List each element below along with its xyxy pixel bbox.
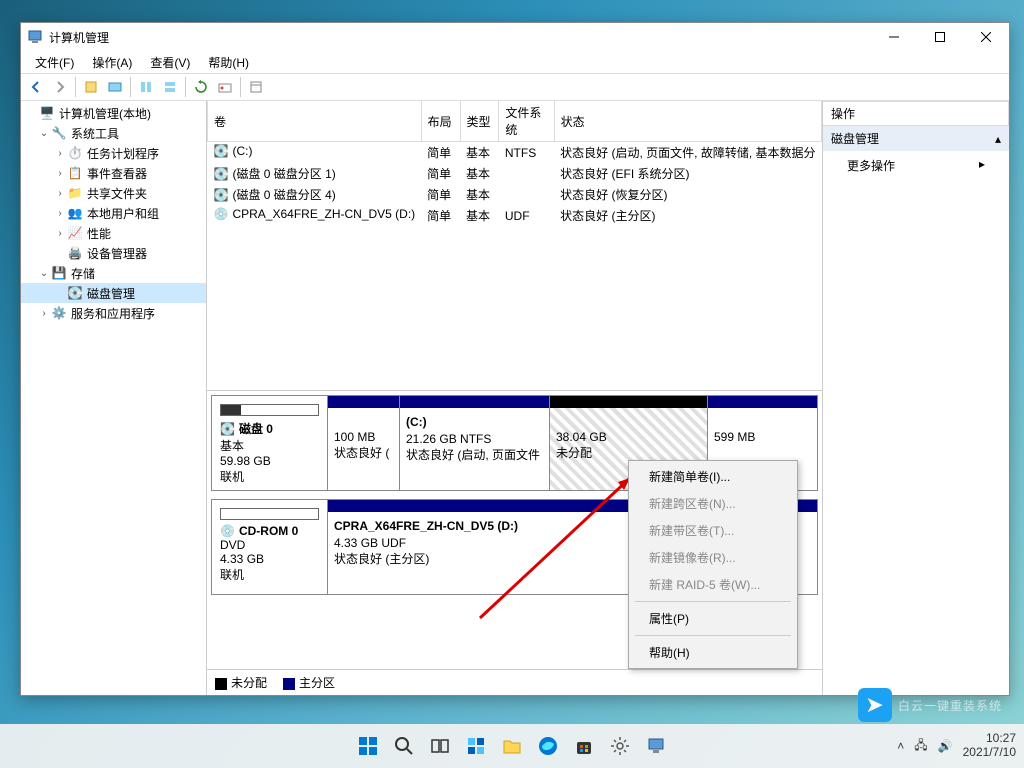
tree-event-viewer[interactable]: ›📋事件查看器 bbox=[21, 163, 206, 183]
table-row[interactable]: 💽(磁盘 0 磁盘分区 4)简单基本状态良好 (恢复分区) bbox=[208, 184, 822, 205]
tree-task-scheduler[interactable]: ›⏱️任务计划程序 bbox=[21, 143, 206, 163]
menu-help[interactable]: 帮助(H) bbox=[200, 52, 257, 73]
titlebar[interactable]: 计算机管理 bbox=[21, 23, 1009, 51]
menu-action[interactable]: 操作(A) bbox=[84, 52, 140, 73]
volume-icon[interactable]: 🔊 bbox=[938, 739, 953, 753]
volume-icon: 💽 bbox=[214, 144, 229, 158]
col-volume[interactable]: 卷 bbox=[208, 101, 422, 142]
col-fs[interactable]: 文件系统 bbox=[499, 101, 554, 142]
menu-new-striped-volume: 新建带区卷(T)... bbox=[631, 517, 795, 544]
settings-icon[interactable] bbox=[606, 732, 634, 760]
tree-disk-management[interactable]: 💽磁盘管理 bbox=[21, 283, 206, 303]
close-button[interactable] bbox=[963, 23, 1009, 51]
search-icon[interactable] bbox=[390, 732, 418, 760]
tree-services-apps[interactable]: ›⚙️服务和应用程序 bbox=[21, 303, 206, 323]
taskbar: ˄ 🖧 🔊 10:27 2021/7/10 bbox=[0, 724, 1024, 768]
actions-pane: 操作 磁盘管理▴ 更多操作▸ bbox=[823, 101, 1009, 695]
refresh-icon[interactable] bbox=[190, 76, 212, 98]
forward-button[interactable] bbox=[49, 76, 71, 98]
tree-local-users[interactable]: ›👥本地用户和组 bbox=[21, 203, 206, 223]
menu-properties[interactable]: 属性(P) bbox=[631, 605, 795, 632]
menubar: 文件(F) 操作(A) 查看(V) 帮助(H) bbox=[21, 51, 1009, 73]
store-icon[interactable] bbox=[570, 732, 598, 760]
minimize-button[interactable] bbox=[871, 23, 917, 51]
navigation-tree: 🖥️计算机管理(本地) ⌄🔧系统工具 ›⏱️任务计划程序 ›📋事件查看器 ›📁共… bbox=[21, 101, 207, 695]
table-row[interactable]: 💿CPRA_X64FRE_ZH-CN_DV5 (D:)简单基本UDF状态良好 (… bbox=[208, 205, 822, 226]
tb-icon[interactable] bbox=[245, 76, 267, 98]
toolbar bbox=[21, 73, 1009, 101]
collapse-icon: ▴ bbox=[995, 132, 1001, 146]
partition-efi[interactable]: 100 MB状态良好 ( bbox=[328, 396, 400, 490]
tree-device-manager[interactable]: 🖨️设备管理器 bbox=[21, 243, 206, 263]
menu-new-mirrored-volume: 新建镜像卷(R)... bbox=[631, 544, 795, 571]
volume-icon: 💽 bbox=[214, 188, 229, 202]
clock-time: 10:27 bbox=[963, 732, 1016, 746]
watermark: ➤ 白云一键重装系统 bbox=[858, 688, 1002, 722]
menu-file[interactable]: 文件(F) bbox=[27, 52, 82, 73]
tree-root[interactable]: 🖥️计算机管理(本地) bbox=[21, 103, 206, 123]
menu-new-raid5-volume: 新建 RAID-5 卷(W)... bbox=[631, 571, 795, 598]
watermark-icon: ➤ bbox=[858, 688, 892, 722]
table-row[interactable]: 💽(C:)简单基本NTFS状态良好 (启动, 页面文件, 故障转储, 基本数据分 bbox=[208, 142, 822, 164]
tree-shared-folders[interactable]: ›📁共享文件夹 bbox=[21, 183, 206, 203]
volume-icon: 💽 bbox=[214, 167, 229, 181]
disc-icon: 💿 bbox=[214, 207, 229, 221]
menu-view[interactable]: 查看(V) bbox=[142, 52, 198, 73]
tb-icon[interactable] bbox=[80, 76, 102, 98]
col-type[interactable]: 类型 bbox=[460, 101, 499, 142]
disk-icon: 💽 bbox=[220, 422, 235, 436]
chevron-right-icon: ▸ bbox=[979, 157, 985, 174]
explorer-icon[interactable] bbox=[498, 732, 526, 760]
disc-icon: 💿 bbox=[220, 524, 235, 538]
taskview-icon[interactable] bbox=[426, 732, 454, 760]
actions-more[interactable]: 更多操作▸ bbox=[823, 151, 1009, 180]
app-icon bbox=[27, 29, 43, 45]
col-layout[interactable]: 布局 bbox=[421, 101, 460, 142]
table-row[interactable]: 💽(磁盘 0 磁盘分区 1)简单基本状态良好 (EFI 系统分区) bbox=[208, 163, 822, 184]
actions-header: 操作 bbox=[823, 101, 1009, 126]
maximize-button[interactable] bbox=[917, 23, 963, 51]
tree-performance[interactable]: ›📈性能 bbox=[21, 223, 206, 243]
partition-c[interactable]: (C:)21.26 GB NTFS状态良好 (启动, 页面文件 bbox=[400, 396, 550, 490]
computer-management-window: 计算机管理 文件(F) 操作(A) 查看(V) 帮助(H) 🖥️计算机管理(本地… bbox=[20, 22, 1010, 696]
disk-0-header[interactable]: 💽磁盘 0 基本 59.98 GB 联机 bbox=[212, 396, 328, 490]
chevron-up-icon[interactable]: ˄ bbox=[897, 739, 904, 753]
tb-icon[interactable] bbox=[135, 76, 157, 98]
widgets-icon[interactable] bbox=[462, 732, 490, 760]
menu-new-simple-volume[interactable]: 新建简单卷(I)... bbox=[631, 463, 795, 490]
legend: 未分配 主分区 bbox=[207, 669, 822, 695]
start-button[interactable] bbox=[354, 732, 382, 760]
back-button[interactable] bbox=[25, 76, 47, 98]
actions-disk-mgmt[interactable]: 磁盘管理▴ bbox=[823, 126, 1009, 151]
tb-icon[interactable] bbox=[159, 76, 181, 98]
context-menu: 新建简单卷(I)... 新建跨区卷(N)... 新建带区卷(T)... 新建镜像… bbox=[628, 460, 798, 669]
app-taskbar-icon[interactable] bbox=[642, 732, 670, 760]
tree-system-tools[interactable]: ⌄🔧系统工具 bbox=[21, 123, 206, 143]
tb-icon[interactable] bbox=[214, 76, 236, 98]
menu-help[interactable]: 帮助(H) bbox=[631, 639, 795, 666]
network-icon[interactable]: 🖧 bbox=[914, 736, 927, 757]
window-title: 计算机管理 bbox=[49, 29, 871, 46]
system-tray[interactable]: ˄ 🖧 🔊 10:27 2021/7/10 bbox=[897, 732, 1016, 760]
edge-icon[interactable] bbox=[534, 732, 562, 760]
tree-storage[interactable]: ⌄💾存储 bbox=[21, 263, 206, 283]
tb-icon[interactable] bbox=[104, 76, 126, 98]
volume-table: 卷 布局 类型 文件系统 状态 💽(C:)简单基本NTFS状态良好 (启动, 页… bbox=[207, 101, 822, 226]
cdrom-header[interactable]: 💿CD-ROM 0 DVD 4.33 GB 联机 bbox=[212, 500, 328, 594]
clock-date: 2021/7/10 bbox=[963, 746, 1016, 760]
menu-new-spanned-volume: 新建跨区卷(N)... bbox=[631, 490, 795, 517]
col-status[interactable]: 状态 bbox=[554, 101, 821, 142]
